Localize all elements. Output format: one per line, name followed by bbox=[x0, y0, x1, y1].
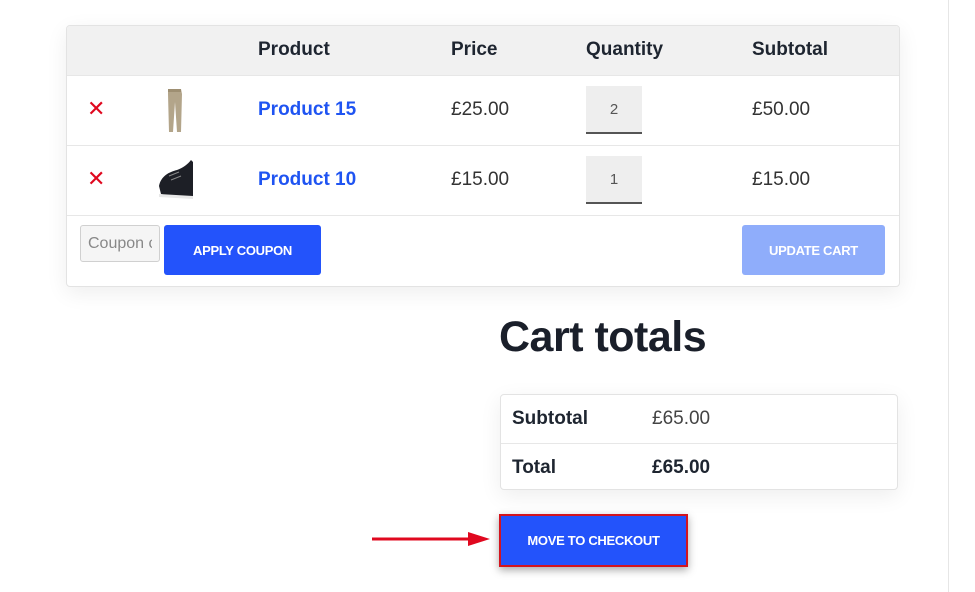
totals-subtotal-label: Subtotal bbox=[512, 408, 588, 429]
totals-row-subtotal: Subtotal £65.00 bbox=[501, 395, 897, 442]
sneaker-icon[interactable] bbox=[155, 156, 195, 204]
header-product: Product bbox=[258, 39, 330, 61]
update-cart-button[interactable]: UPDATE CART bbox=[742, 225, 885, 275]
product-subtotal: £15.00 bbox=[752, 169, 811, 191]
coupon-code-input[interactable] bbox=[80, 225, 160, 262]
red-arrow-icon bbox=[372, 532, 490, 546]
totals-total-label: Total bbox=[512, 457, 556, 478]
totals-subtotal-value: £65.00 bbox=[652, 408, 711, 429]
product-link[interactable]: Product 15 bbox=[258, 99, 356, 120]
table-row: ✕ Product 10 £15.00 1 £15.00 bbox=[67, 145, 899, 215]
page-scroll-rail bbox=[948, 0, 975, 592]
product-link[interactable]: Product 10 bbox=[258, 169, 356, 190]
quantity-input[interactable]: 2 bbox=[586, 86, 642, 134]
trousers-icon[interactable] bbox=[155, 86, 195, 134]
header-remove bbox=[67, 26, 155, 75]
remove-x-icon[interactable]: ✕ bbox=[87, 98, 105, 120]
cart-table-header: Product Price Quantity Subtotal bbox=[67, 26, 899, 75]
product-price: £25.00 bbox=[451, 99, 510, 120]
header-thumbnail bbox=[155, 26, 258, 75]
move-to-checkout-button[interactable]: MOVE TO CHECKOUT bbox=[499, 514, 688, 567]
header-subtotal: Subtotal bbox=[752, 39, 828, 61]
table-row: ✕ Product 15 £25.00 2 £50.00 bbox=[67, 75, 899, 145]
cart-totals-title: Cart totals bbox=[499, 313, 707, 361]
apply-coupon-button[interactable]: APPLY COUPON bbox=[164, 225, 321, 275]
product-price: £15.00 bbox=[451, 169, 510, 191]
header-quantity: Quantity bbox=[586, 39, 664, 61]
cart-table: Product Price Quantity Subtotal ✕ Produc… bbox=[67, 26, 899, 215]
quantity-input[interactable]: 1 bbox=[586, 156, 642, 205]
totals-row-total: Total £65.00 bbox=[501, 443, 897, 491]
remove-x-icon[interactable]: ✕ bbox=[87, 168, 105, 190]
cart-actions: APPLY COUPON UPDATE CART bbox=[67, 215, 899, 286]
product-subtotal: £50.00 bbox=[752, 99, 811, 120]
cart-table-card: Product Price Quantity Subtotal ✕ Produc… bbox=[66, 25, 900, 287]
cart-totals-table: Subtotal £65.00 Total £65.00 bbox=[500, 394, 898, 490]
header-price: Price bbox=[451, 39, 498, 61]
totals-total-value: £65.00 bbox=[652, 457, 711, 478]
